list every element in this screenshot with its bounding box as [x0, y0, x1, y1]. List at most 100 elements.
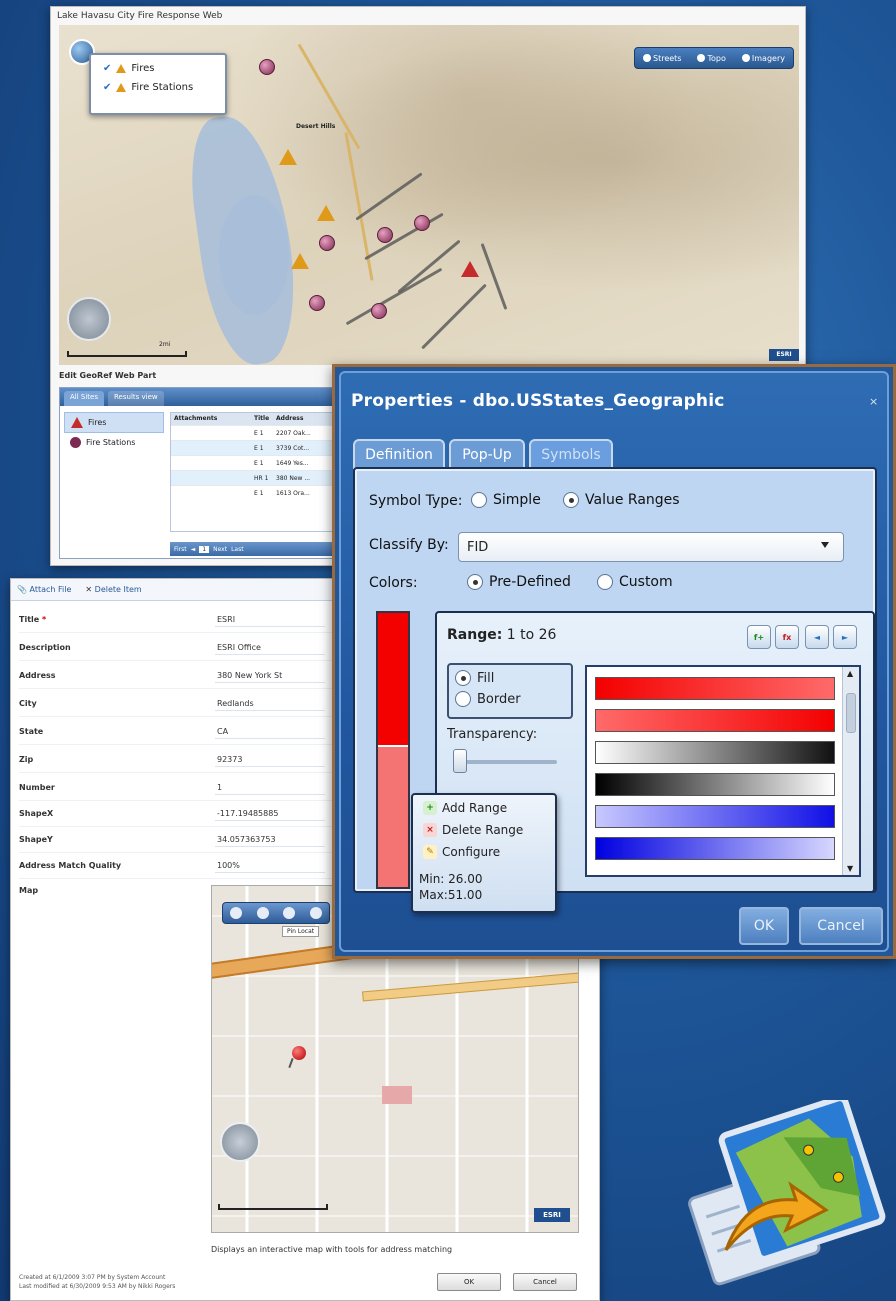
fire-station-marker[interactable] — [371, 303, 387, 319]
address-input[interactable]: 380 New York St — [215, 669, 325, 683]
cancel-button[interactable]: Cancel — [513, 1273, 577, 1291]
ok-button[interactable]: OK — [437, 1273, 501, 1291]
color-ramp-item[interactable] — [595, 837, 835, 860]
color-ramp-item[interactable] — [595, 677, 835, 700]
fire-marker[interactable] — [317, 205, 335, 221]
range-color-segment[interactable] — [378, 613, 408, 747]
fire-marker-active[interactable] — [461, 261, 479, 277]
layer-item-fire-stations[interactable]: Fire Stations — [64, 433, 164, 452]
menu-item-configure[interactable]: ✎ Configure — [423, 843, 555, 861]
checkmark-icon[interactable]: ✔ — [103, 82, 111, 93]
esri-logo: ESRI — [769, 349, 799, 361]
next-range-icon[interactable]: ► — [833, 625, 857, 649]
fire-response-map[interactable]: Desert Hills ✔ Fires ✔ Fire Stations Str… — [59, 25, 799, 365]
tab-results-view[interactable]: Results view — [108, 391, 164, 406]
number-input[interactable]: 1 — [215, 781, 325, 795]
symbol-type-simple-radio[interactable]: Simple — [471, 492, 541, 508]
fire-marker[interactable] — [279, 149, 297, 165]
layer-item-fires[interactable]: Fires — [64, 412, 164, 433]
locate-tool-icon[interactable] — [309, 907, 322, 919]
pager-prev-button[interactable]: ◄ — [191, 546, 196, 553]
transparency-slider-thumb[interactable] — [453, 749, 467, 773]
add-range-icon[interactable]: f+ — [747, 625, 771, 649]
fire-station-marker[interactable] — [319, 235, 335, 251]
fire-station-marker[interactable] — [414, 215, 430, 231]
ok-button[interactable]: OK — [739, 907, 789, 945]
state-input[interactable]: CA — [215, 725, 325, 739]
basemap-topo-option[interactable]: Topo — [697, 54, 726, 63]
match-quality-input[interactable]: 100% — [215, 859, 325, 873]
column-header[interactable]: Attachments — [171, 413, 251, 425]
cancel-button[interactable]: Cancel — [799, 907, 883, 945]
menu-item-add-range[interactable]: + Add Range — [423, 799, 555, 817]
menu-item-delete-range[interactable]: × Delete Range — [423, 821, 555, 839]
fire-station-marker[interactable] — [309, 295, 325, 311]
pin-tool-icon[interactable] — [256, 907, 269, 919]
table-row[interactable]: E 1 3739 Cot... — [171, 440, 339, 455]
zoom-tool-icon[interactable] — [283, 907, 296, 919]
border-radio[interactable]: Border — [455, 691, 571, 707]
description-input[interactable]: ESRI Office — [215, 641, 325, 655]
pan-zoom-navigator[interactable] — [67, 297, 111, 341]
field-label: Map — [19, 885, 39, 895]
legend-item-fire-stations[interactable]: ✔ Fire Stations — [103, 82, 225, 93]
fire-marker[interactable] — [291, 253, 309, 269]
field-state: State CA — [19, 719, 339, 745]
scroll-down-icon[interactable]: ▼ — [847, 864, 853, 873]
table-row[interactable]: HR 1 380 New ... — [171, 470, 339, 485]
tab-definition[interactable]: Definition — [353, 439, 445, 469]
fire-station-marker[interactable] — [259, 59, 275, 75]
symbol-type-value-ranges-radio[interactable]: Value Ranges — [563, 492, 680, 508]
table-cell: E 1 — [254, 460, 264, 467]
city-input[interactable]: Redlands — [215, 697, 325, 711]
basemap-streets-option[interactable]: Streets — [643, 54, 681, 63]
attach-file-button[interactable]: 📎 Attach File — [17, 585, 71, 594]
pushpin-icon[interactable] — [292, 1046, 306, 1060]
field-address: Address 380 New York St — [19, 663, 339, 689]
pager-first-button[interactable]: First — [174, 546, 187, 553]
colors-predefined-radio[interactable]: Pre-Defined — [467, 574, 571, 590]
column-header[interactable]: Title — [251, 413, 273, 425]
chevron-down-icon[interactable] — [821, 542, 829, 548]
pan-tool-icon[interactable] — [230, 907, 243, 919]
close-icon[interactable]: × — [869, 395, 878, 408]
range-color-bar[interactable] — [376, 611, 410, 889]
table-row[interactable]: E 1 1613 Ora... — [171, 485, 339, 500]
classify-by-select[interactable]: FID — [458, 532, 844, 562]
color-ramp-item[interactable] — [595, 709, 835, 732]
colors-custom-radio[interactable]: Custom — [597, 574, 673, 590]
pager-last-button[interactable]: Last — [231, 546, 244, 553]
shapey-input[interactable]: 34.057363753 — [215, 833, 325, 847]
pan-zoom-navigator[interactable] — [220, 1122, 260, 1162]
table-row[interactable]: E 1 2207 Oak... — [171, 425, 339, 440]
zip-input[interactable]: 92373 — [215, 753, 325, 767]
scrollbar[interactable]: ▲ ▼ — [842, 667, 859, 875]
scroll-up-icon[interactable]: ▲ — [847, 669, 853, 678]
pager-next-button[interactable]: Next — [213, 546, 227, 553]
range-color-segment[interactable] — [378, 747, 408, 887]
transparency-slider-track[interactable] — [453, 760, 557, 764]
table-row[interactable]: E 1 1649 Yes... — [171, 455, 339, 470]
color-ramp-item[interactable] — [595, 805, 835, 828]
created-text: Created at 6/1/2009 3:07 PM by System Ac… — [19, 1274, 166, 1281]
range-label: Range: 1 to 26 — [447, 627, 557, 643]
color-ramp-item[interactable] — [595, 773, 835, 796]
tab-symbols[interactable]: Symbols — [529, 439, 613, 469]
pager-page-input[interactable]: 1 — [199, 545, 210, 553]
column-header[interactable]: Address — [273, 413, 339, 425]
fill-radio[interactable]: Fill — [455, 670, 571, 686]
tab-pop-up[interactable]: Pop-Up — [449, 439, 525, 469]
delete-item-button[interactable]: ✕ Delete Item — [85, 585, 141, 594]
fire-station-marker[interactable] — [377, 227, 393, 243]
title-input[interactable]: ESRI — [215, 613, 325, 627]
shapex-input[interactable]: -117.19485885 — [215, 807, 325, 821]
delete-range-icon[interactable]: fx — [775, 625, 799, 649]
tab-all-sites[interactable]: All Sites — [64, 391, 104, 406]
previous-range-icon[interactable]: ◄ — [805, 625, 829, 649]
color-ramp-item[interactable] — [595, 741, 835, 764]
scrollbar-thumb[interactable] — [846, 693, 856, 733]
checkmark-icon[interactable]: ✔ — [103, 63, 111, 74]
legend-item-fires[interactable]: ✔ Fires — [103, 63, 225, 74]
basemap-imagery-option[interactable]: Imagery — [741, 54, 785, 63]
map-caption: Displays an interactive map with tools f… — [211, 1245, 453, 1254]
